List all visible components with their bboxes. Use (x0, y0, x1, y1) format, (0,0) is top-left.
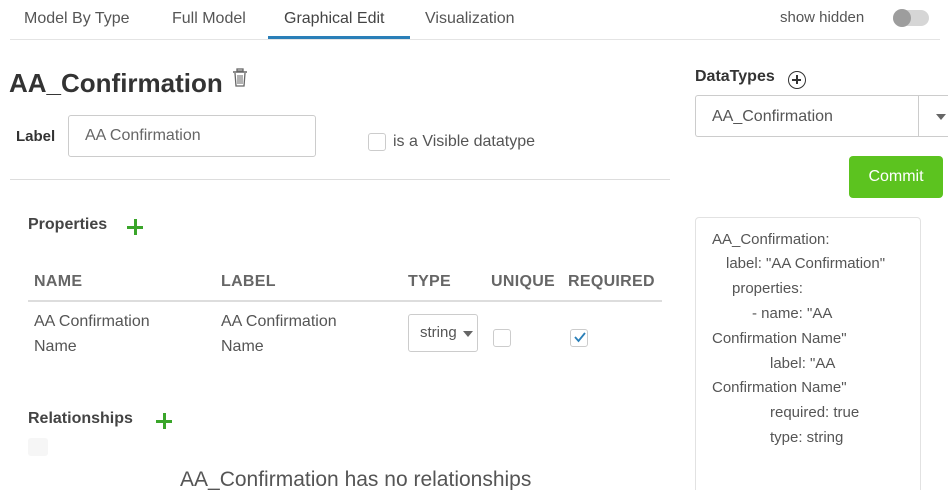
add-relationship-plus-icon[interactable] (156, 413, 172, 429)
tab-graphical-edit[interactable]: Graphical Edit (284, 10, 385, 28)
tab-full-model[interactable]: Full Model (172, 10, 246, 28)
commit-button[interactable]: Commit (849, 156, 943, 198)
property-type-value: string (420, 324, 457, 341)
required-checkbox[interactable] (570, 329, 588, 347)
properties-heading: Properties (28, 216, 108, 233)
select-separator (918, 95, 919, 137)
datatype-select-caret-icon[interactable] (936, 114, 946, 120)
column-header-name: NAME (34, 273, 83, 290)
property-name-line1: AA Confirmation (34, 313, 150, 330)
property-label-line1: AA Confirmation (221, 313, 337, 330)
yaml-line: label: "AA (770, 355, 836, 372)
yaml-line: Confirmation Name" (712, 379, 847, 396)
show-hidden-label: show hidden (780, 9, 865, 26)
datatype-title: AA_Confirmation (9, 68, 223, 98)
yaml-line: label: "AA Confirmation" (726, 255, 886, 272)
checkmark-icon (574, 332, 586, 343)
column-header-unique: UNIQUE (491, 273, 556, 290)
yaml-line: - name: "AA (752, 305, 833, 322)
toggle-knob (893, 9, 911, 27)
unique-checkbox[interactable] (493, 329, 511, 347)
property-name-line2: Name (34, 338, 77, 355)
add-datatype-circle-plus-icon[interactable] (788, 71, 806, 89)
show-hidden-toggle[interactable] (893, 9, 929, 27)
label-field-label: Label (16, 128, 56, 145)
tab-model-by-type[interactable]: Model By Type (24, 10, 130, 28)
trash-icon[interactable] (232, 68, 248, 90)
yaml-line: type: string (770, 429, 844, 446)
column-header-label: LABEL (221, 273, 276, 290)
visible-datatype-label: is a Visible datatype (393, 133, 536, 150)
tab-visualization[interactable]: Visualization (425, 10, 515, 28)
caret-down-icon (463, 331, 473, 337)
yaml-line: required: true (770, 404, 860, 421)
yaml-line: Confirmation Name" (712, 330, 847, 347)
datatype-select-value: AA_Confirmation (712, 108, 833, 125)
datatype-select[interactable]: AA_Confirmation (695, 95, 948, 137)
column-header-required: REQUIRED (568, 273, 655, 290)
placeholder-block (28, 438, 48, 456)
active-tab-indicator (268, 36, 410, 39)
yaml-preview: AA_Confirmation: label: "AA Confirmation… (695, 217, 921, 490)
column-header-type: TYPE (408, 273, 451, 290)
label-input[interactable] (68, 115, 316, 157)
no-relationships-message: AA_Confirmation has no relationships (180, 468, 532, 490)
property-type-select[interactable]: string (408, 314, 478, 352)
yaml-line: properties: (732, 280, 803, 297)
visible-datatype-checkbox[interactable] (368, 133, 386, 151)
add-property-plus-icon[interactable] (127, 219, 143, 235)
table-header-divider (28, 300, 662, 302)
yaml-line: AA_Confirmation: (712, 231, 830, 248)
relationships-heading: Relationships (28, 410, 133, 427)
section-divider (10, 179, 670, 180)
datatypes-title: DataTypes (695, 68, 775, 85)
property-label-line2: Name (221, 338, 264, 355)
